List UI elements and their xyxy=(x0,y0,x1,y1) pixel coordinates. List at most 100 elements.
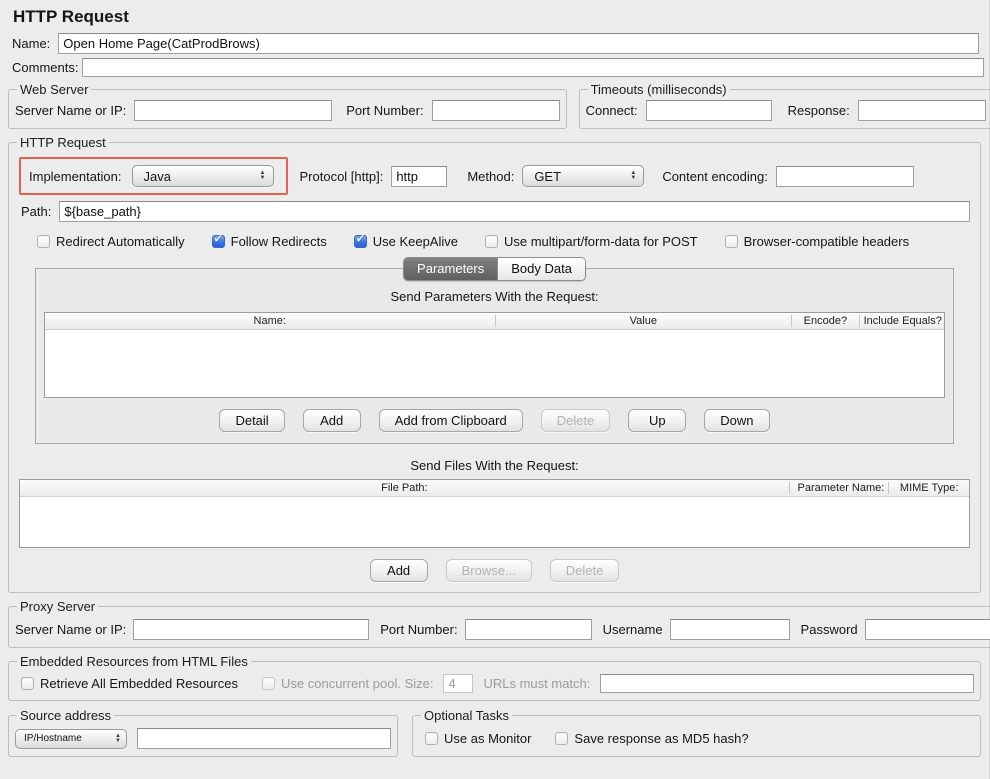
embedded-resources-legend: Embedded Resources from HTML Files xyxy=(17,654,251,669)
protocol-input[interactable] xyxy=(391,166,447,187)
method-select[interactable]: GET ▲▼ xyxy=(522,165,644,187)
proxy-server-group: Proxy Server Server Name or IP: Port Num… xyxy=(8,599,990,648)
proxy-server-name-label: Server Name or IP: xyxy=(15,622,126,637)
implementation-label: Implementation: xyxy=(29,169,122,184)
name-input[interactable] xyxy=(58,33,979,54)
pool-size-input[interactable] xyxy=(443,674,473,693)
browse-button[interactable]: Browse... xyxy=(446,559,532,582)
response-timeout-label: Response: xyxy=(788,103,850,118)
name-row: Name: xyxy=(12,33,979,54)
checkmark-icon: ✓ xyxy=(213,229,226,247)
tab-body-data[interactable]: Body Data xyxy=(497,258,585,280)
optional-tasks-group: Optional Tasks Use as Monitor Save respo… xyxy=(412,708,981,757)
urls-must-match-input[interactable] xyxy=(600,674,974,693)
proxy-server-name-input[interactable] xyxy=(133,619,369,640)
column-parameter-name: Parameter Name: xyxy=(789,482,889,494)
connect-timeout-label: Connect: xyxy=(586,103,638,118)
request-flags-row: Redirect Automatically ✓ Follow Redirect… xyxy=(37,234,970,249)
web-server-legend: Web Server xyxy=(17,82,91,97)
checkbox-redirect-automatically[interactable]: Redirect Automatically xyxy=(37,234,185,249)
method-value: GET xyxy=(534,169,561,184)
protocol-label: Protocol [http]: xyxy=(300,169,384,184)
files-table-header: File Path: Parameter Name: MIME Type: xyxy=(20,480,969,497)
checkbox-browser-compatible-headers[interactable]: Browser-compatible headers xyxy=(725,234,909,249)
checkbox-box xyxy=(37,235,50,248)
port-number-label: Port Number: xyxy=(346,103,423,118)
comments-row: Comments: xyxy=(12,58,984,77)
server-name-input[interactable] xyxy=(134,100,332,121)
embedded-resources-group: Embedded Resources from HTML Files Retri… xyxy=(8,654,981,701)
request-options-row: Implementation: Java ▲▼ Protocol [http]:… xyxy=(19,157,972,195)
timeouts-legend: Timeouts (milliseconds) xyxy=(588,82,730,97)
spinner-arrows-icon: ▲▼ xyxy=(115,734,121,744)
checkbox-follow-redirects[interactable]: ✓ Follow Redirects xyxy=(212,234,327,249)
method-label: Method: xyxy=(467,169,514,184)
proxy-port-label: Port Number: xyxy=(380,622,457,637)
checkmark-icon: ✓ xyxy=(355,229,368,247)
checkbox-box xyxy=(425,732,438,745)
name-label: Name: xyxy=(12,36,50,51)
implementation-highlight: Implementation: Java ▲▼ xyxy=(19,157,288,195)
up-button[interactable]: Up xyxy=(628,409,686,432)
spinner-arrows-icon: ▲▼ xyxy=(630,171,636,181)
server-name-label: Server Name or IP: xyxy=(15,103,126,118)
checkbox-box xyxy=(262,677,275,690)
proxy-username-input[interactable] xyxy=(670,619,790,640)
path-label: Path: xyxy=(21,204,51,219)
checkbox-box xyxy=(725,235,738,248)
checkbox-box: ✓ xyxy=(354,235,367,248)
checkbox-retrieve-embedded[interactable]: Retrieve All Embedded Resources xyxy=(21,676,238,691)
add-parameter-button[interactable]: Add xyxy=(303,409,361,432)
delete-parameter-button[interactable]: Delete xyxy=(541,409,611,432)
web-server-group: Web Server Server Name or IP: Port Numbe… xyxy=(8,82,567,129)
add-file-button[interactable]: Add xyxy=(370,559,428,582)
column-include-equals: Include Equals? xyxy=(859,315,944,327)
port-number-input[interactable] xyxy=(432,100,560,121)
add-from-clipboard-button[interactable]: Add from Clipboard xyxy=(379,409,523,432)
proxy-password-input[interactable] xyxy=(865,619,990,640)
checkbox-box xyxy=(485,235,498,248)
spinner-arrows-icon: ▲▼ xyxy=(260,171,266,181)
optional-tasks-legend: Optional Tasks xyxy=(421,708,512,723)
delete-file-button[interactable]: Delete xyxy=(550,559,620,582)
checkbox-box xyxy=(555,732,568,745)
content-encoding-label: Content encoding: xyxy=(662,169,768,184)
checkbox-use-keepalive[interactable]: ✓ Use KeepAlive xyxy=(354,234,458,249)
page-title: HTTP Request xyxy=(0,0,989,32)
comments-label: Comments: xyxy=(12,60,78,75)
path-input[interactable] xyxy=(59,201,970,222)
source-address-legend: Source address xyxy=(17,708,114,723)
connect-timeout-input[interactable] xyxy=(646,100,772,121)
files-buttons: Add Browse... Delete xyxy=(15,548,974,584)
files-table: File Path: Parameter Name: MIME Type: xyxy=(19,479,970,548)
timeouts-group: Timeouts (milliseconds) Connect: Respons… xyxy=(579,82,990,129)
checkbox-use-as-monitor[interactable]: Use as Monitor xyxy=(425,731,531,746)
proxy-port-input[interactable] xyxy=(465,619,592,640)
response-timeout-input[interactable] xyxy=(858,100,986,121)
comments-input[interactable] xyxy=(82,58,984,77)
source-address-type-value: IP/Hostname xyxy=(24,733,82,744)
tab-parameters[interactable]: Parameters xyxy=(404,258,497,280)
proxy-server-legend: Proxy Server xyxy=(17,599,98,614)
checkbox-save-md5[interactable]: Save response as MD5 hash? xyxy=(555,731,748,746)
down-button[interactable]: Down xyxy=(704,409,769,432)
checkbox-concurrent-pool[interactable]: Use concurrent pool. Size: xyxy=(262,676,433,691)
parameters-panel: Send Parameters With the Request: Name: … xyxy=(35,268,954,444)
source-address-input[interactable] xyxy=(137,728,391,749)
column-file-path: File Path: xyxy=(20,482,789,494)
implementation-select[interactable]: Java ▲▼ xyxy=(132,165,274,187)
proxy-username-label: Username xyxy=(603,622,663,637)
files-table-body[interactable] xyxy=(20,497,969,547)
parameters-table: Name: Value Encode? Include Equals? xyxy=(44,312,945,398)
source-address-type-select[interactable]: IP/Hostname ▲▼ xyxy=(15,729,127,749)
content-encoding-input[interactable] xyxy=(776,166,914,187)
implementation-value: Java xyxy=(144,169,171,184)
parameters-table-body[interactable] xyxy=(45,330,944,397)
column-mime-type: MIME Type: xyxy=(888,482,969,494)
http-request-group: HTTP Request Implementation: Java ▲▼ Pro… xyxy=(8,135,981,593)
files-title: Send Files With the Request: xyxy=(15,458,974,473)
detail-button[interactable]: Detail xyxy=(219,409,284,432)
checkbox-multipart-post[interactable]: Use multipart/form-data for POST xyxy=(485,234,698,249)
checkbox-box xyxy=(21,677,34,690)
proxy-password-label: Password xyxy=(801,622,858,637)
